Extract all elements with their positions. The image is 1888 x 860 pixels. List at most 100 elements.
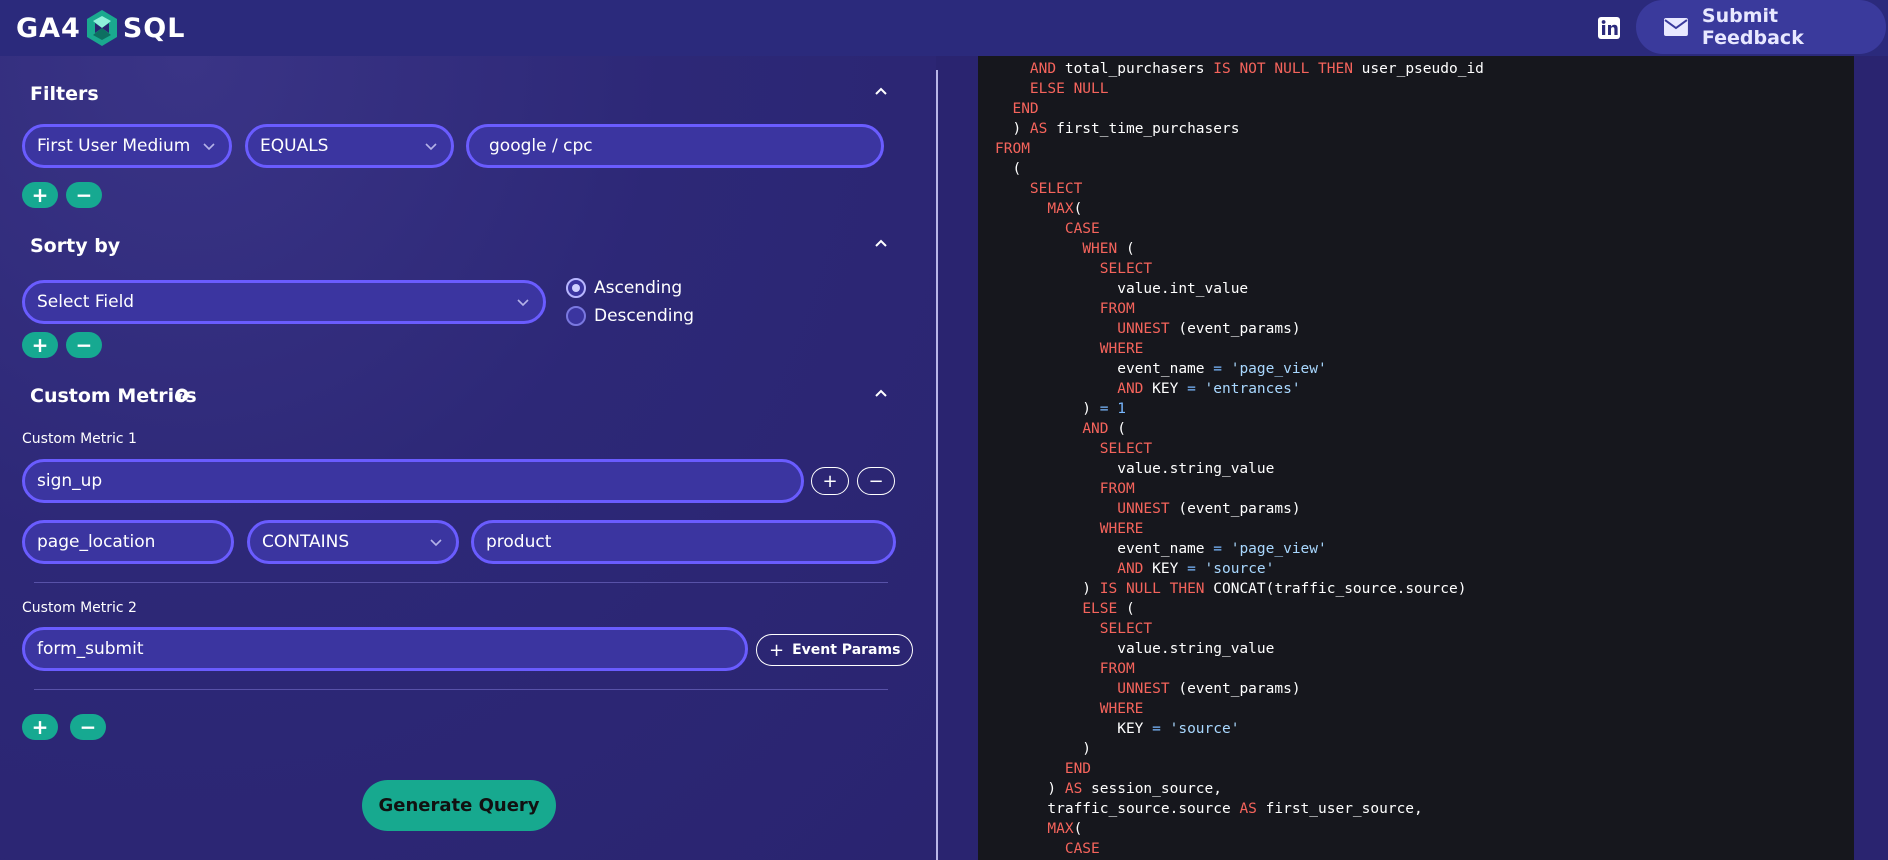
- filter-value-text: google / cpc: [489, 136, 593, 156]
- sql-token: traffic_source.source: [995, 801, 1240, 817]
- sql-token: SELECT: [1099, 261, 1153, 277]
- sql-token: 'source': [1169, 721, 1240, 737]
- remove-condition-button[interactable]: −: [857, 467, 895, 495]
- sql-token: ): [995, 781, 1065, 797]
- add-sort-button[interactable]: +: [22, 332, 58, 358]
- sort-descending-label: Descending: [594, 306, 695, 326]
- chevron-up-icon[interactable]: [874, 236, 888, 250]
- help-icon[interactable]: ?: [175, 388, 189, 402]
- sql-token: AND: [1117, 381, 1144, 397]
- sql-token: KEY: [1143, 381, 1188, 397]
- sql-token: SELECT: [1099, 441, 1153, 457]
- sql-token: UNNEST: [1117, 681, 1170, 697]
- chevron-down-icon: [517, 299, 529, 307]
- submit-feedback-label: Submit Feedback: [1701, 5, 1804, 49]
- generate-query-button[interactable]: Generate Query: [362, 780, 556, 831]
- linkedin-icon[interactable]: [1598, 17, 1620, 39]
- sql-token: FROM: [1099, 301, 1135, 317]
- sql-token: END: [1012, 101, 1039, 117]
- sql-token: (: [995, 161, 1022, 177]
- sql-token: event_name: [995, 541, 1214, 557]
- custom-metric-1-event-input[interactable]: sign_up: [22, 459, 804, 503]
- sql-token: (event_params): [1169, 321, 1301, 337]
- custom-metric-1-operator-select[interactable]: CONTAINS: [247, 520, 459, 564]
- sort-field-select[interactable]: Select Field: [22, 280, 546, 324]
- custom-metric-1-value-input[interactable]: product: [471, 520, 896, 564]
- sql-token: IS NOT NULL THEN: [1213, 61, 1353, 77]
- sql-token: =: [1187, 561, 1196, 577]
- sql-token: value.int_value: [995, 281, 1249, 297]
- filter-operator-select[interactable]: EQUALS: [245, 124, 454, 168]
- sql-token: KEY: [995, 721, 1153, 737]
- remove-filter-button[interactable]: −: [66, 182, 102, 208]
- chevron-down-icon: [430, 539, 442, 547]
- radio-selected[interactable]: [566, 278, 586, 298]
- sql-token: FROM: [1099, 481, 1135, 497]
- sql-token: first_time_purchasers: [1047, 121, 1240, 137]
- chevron-up-icon[interactable]: [874, 84, 888, 98]
- chevron-down-icon: [203, 143, 215, 151]
- event-params-label: Event Params: [792, 642, 901, 658]
- sql-token: KEY: [1143, 561, 1188, 577]
- sql-token: ): [995, 401, 1100, 417]
- remove-metric-button[interactable]: −: [70, 714, 106, 740]
- custom-metrics-title: Custom Metrics: [30, 385, 197, 407]
- sort-descending-option[interactable]: Descending: [566, 306, 694, 326]
- custom-metric-1-param-value: page_location: [37, 532, 156, 552]
- add-metric-button[interactable]: +: [22, 714, 58, 740]
- sql-token: CONCAT(traffic_source.source): [1204, 581, 1467, 597]
- sql-token: first_user_source,: [1256, 801, 1423, 817]
- filter-value-input[interactable]: google / cpc: [466, 124, 884, 168]
- metric-divider: [34, 582, 888, 583]
- add-filter-button[interactable]: +: [22, 182, 58, 208]
- sql-token: MAX: [1047, 821, 1074, 837]
- add-condition-button[interactable]: +: [811, 467, 849, 495]
- logo[interactable]: GA4 SQL: [16, 10, 185, 46]
- sort-ascending-label: Ascending: [594, 278, 683, 298]
- mail-icon: [1664, 18, 1688, 36]
- radio-unselected[interactable]: [566, 306, 586, 326]
- filter-field-select[interactable]: First User Medium: [22, 124, 232, 168]
- sql-token: value.string_value: [995, 641, 1275, 657]
- sql-token: (event_params): [1169, 501, 1301, 517]
- sql-code-block[interactable]: AND total_purchasers IS NOT NULL THEN us…: [978, 56, 1854, 860]
- sql-token: IS NULL THEN: [1099, 581, 1205, 597]
- sql-token: AS: [1064, 781, 1083, 797]
- sql-token: 'entrances': [1204, 381, 1301, 397]
- sql-token: =: [1213, 361, 1222, 377]
- sql-token: AND: [1082, 421, 1109, 437]
- custom-metric-2-event-value: form_submit: [37, 639, 144, 659]
- submit-feedback-button[interactable]: Submit Feedback: [1636, 0, 1886, 54]
- sql-token: ): [995, 121, 1030, 137]
- custom-metric-2-event-input[interactable]: form_submit: [22, 627, 748, 671]
- sql-token: ELSE NULL: [1029, 81, 1109, 97]
- add-event-params-button[interactable]: + Event Params: [756, 634, 914, 666]
- query-builder-panel: [0, 56, 936, 860]
- sort-ascending-option[interactable]: Ascending: [566, 278, 682, 298]
- sql-token: (: [1073, 201, 1083, 217]
- sql-token: =: [1152, 721, 1161, 737]
- chevron-up-icon[interactable]: [874, 386, 888, 400]
- sql-token: user_pseudo_id: [1352, 61, 1484, 77]
- sql-token: AND: [1029, 61, 1057, 77]
- remove-sort-button[interactable]: −: [66, 332, 102, 358]
- custom-metric-1-param-input[interactable]: page_location: [22, 520, 234, 564]
- sort-field-placeholder: Select Field: [37, 292, 135, 312]
- sql-token: = 1: [1099, 401, 1126, 417]
